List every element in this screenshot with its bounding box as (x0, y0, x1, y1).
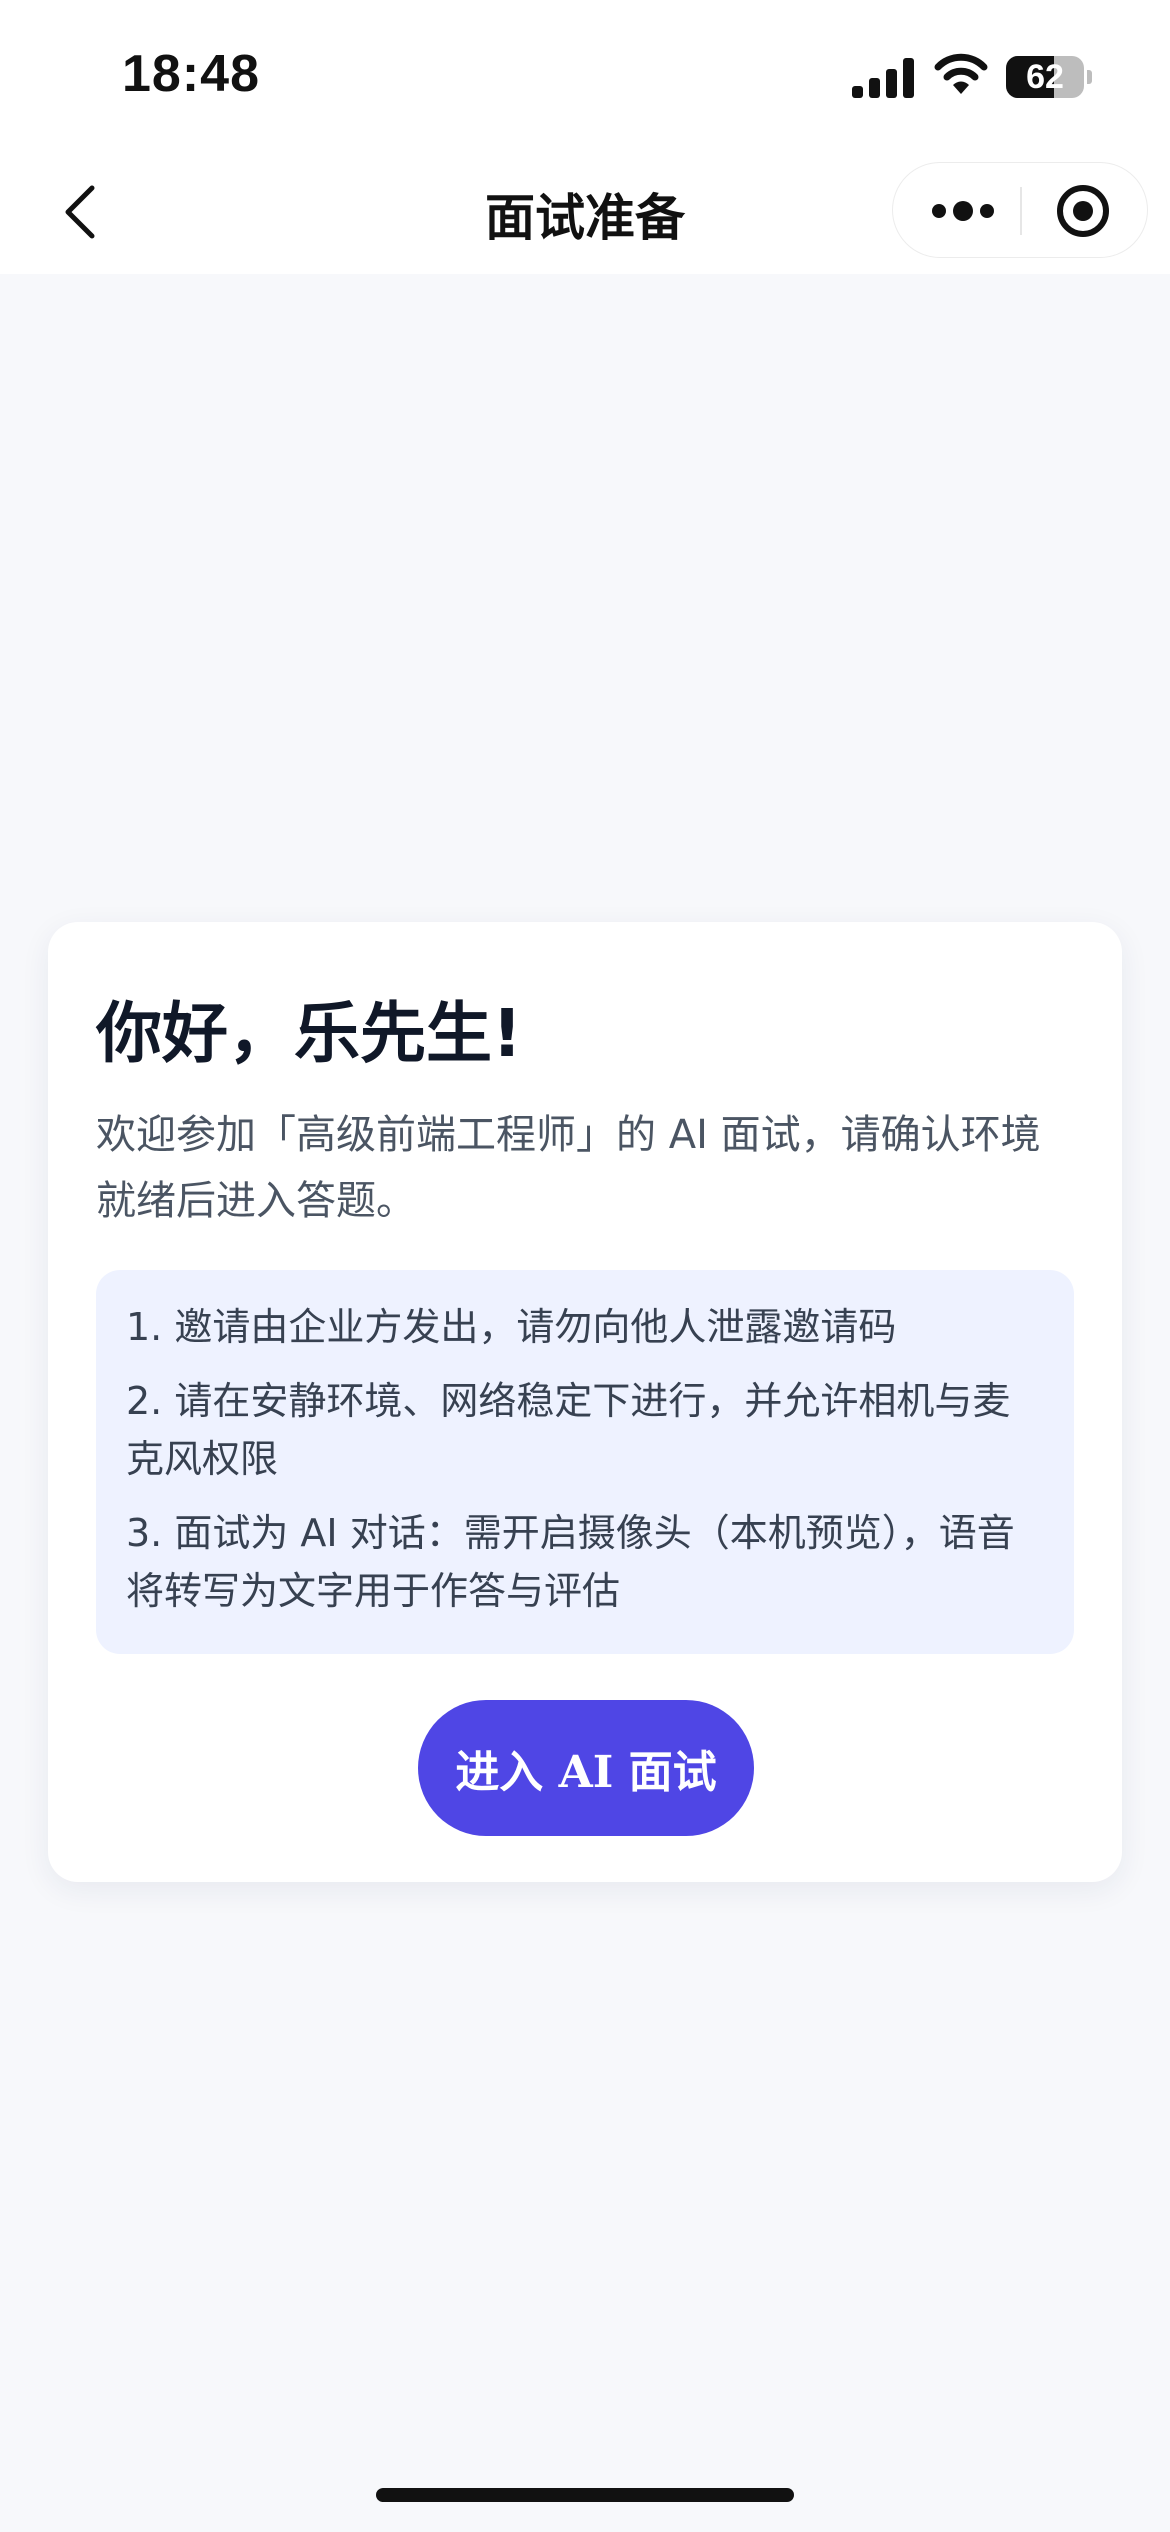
battery-icon: 62 (1006, 56, 1084, 98)
status-bar: 18:48 62 (0, 0, 1170, 150)
status-time: 18:48 (122, 45, 260, 103)
battery-nub (1087, 70, 1092, 84)
more-dots-icon (932, 201, 994, 221)
interview-card: 你好，乐先生! 欢迎参加「高级前端工程师」的 AI 面试，请确认环境就绪后进入答… (48, 922, 1122, 1882)
close-button[interactable] (1043, 181, 1123, 241)
notice-box: 1. 邀请由企业方发出，请勿向他人泄露邀请码 2. 请在安静环境、网络稳定下进行… (96, 1270, 1074, 1654)
close-target-icon (1057, 185, 1109, 237)
enter-interview-button[interactable]: 进入 AI 面试 (418, 1700, 754, 1836)
intro-text: 欢迎参加「高级前端工程师」的 AI 面试，请确认环境就绪后进入答题。 (96, 1112, 1041, 1224)
greeting-heading: 你好，乐先生! (96, 995, 523, 1072)
mini-program-capsule (892, 162, 1148, 258)
capsule-divider (1020, 187, 1022, 235)
battery-percent: 62 (1026, 58, 1064, 96)
home-indicator[interactable] (376, 2488, 794, 2502)
nav-bar: 面试准备 (0, 150, 1170, 274)
more-button[interactable] (913, 181, 1013, 241)
signal-icon (852, 58, 914, 98)
notice-item: 1. 邀请由企业方发出，请勿向他人泄露邀请码 (126, 1305, 897, 1349)
notice-item: 3. 面试为 AI 对话：需开启摄像头（本机预览），语音将转写为文字用于作答与评… (126, 1511, 1015, 1613)
wifi-icon (934, 53, 988, 94)
notice-item: 2. 请在安静环境、网络稳定下进行，并允许相机与麦克风权限 (126, 1379, 1011, 1481)
